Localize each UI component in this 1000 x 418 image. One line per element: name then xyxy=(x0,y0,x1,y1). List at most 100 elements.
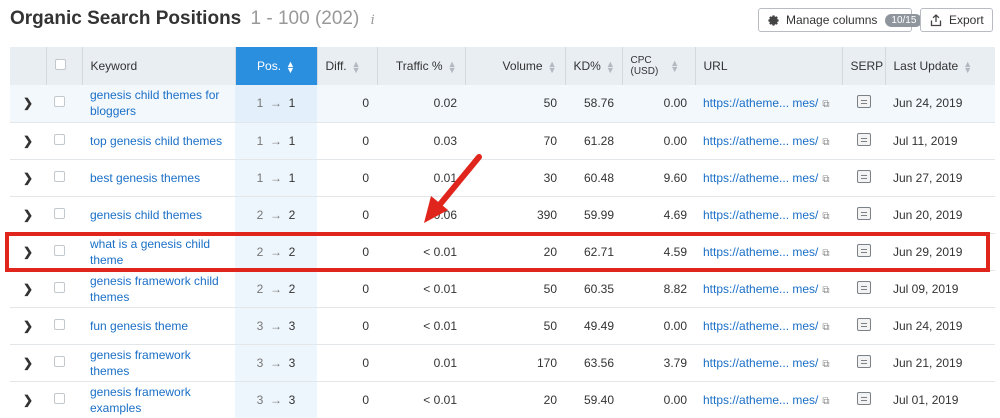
external-link-icon[interactable]: ⧉ xyxy=(822,248,829,259)
traffic-header-label: Traffic % xyxy=(395,59,443,73)
row-select-cell xyxy=(46,122,82,160)
info-icon[interactable]: i xyxy=(371,13,375,28)
row-checkbox[interactable] xyxy=(54,244,65,256)
row-checkbox[interactable] xyxy=(54,355,65,367)
cpc-column-header[interactable]: CPC (USD) ▲ ▼ xyxy=(622,47,696,85)
keyword-link[interactable]: genesis framework examples xyxy=(82,381,235,418)
serp-snapshot-icon[interactable] xyxy=(856,206,871,220)
url-link[interactable]: https://atheme... mes/ xyxy=(703,208,818,222)
external-link-icon[interactable]: ⧉ xyxy=(822,396,829,407)
kd-column-header[interactable]: KD% ▲ ▼ xyxy=(565,47,623,85)
volume-column-header[interactable]: Volume ▲ ▼ xyxy=(465,47,566,85)
diff-cell: 0 xyxy=(317,381,377,418)
keyword-link[interactable]: genesis child themes xyxy=(82,196,235,234)
sort-icon: ▲ ▼ xyxy=(351,58,361,75)
position-to: 3 xyxy=(288,355,296,370)
position-to: 2 xyxy=(288,281,296,296)
kd-cell: 60.35 xyxy=(565,270,622,308)
url-link[interactable]: https://atheme... mes/ xyxy=(703,96,818,110)
row-checkbox[interactable] xyxy=(54,133,65,145)
external-link-icon[interactable]: ⧉ xyxy=(822,285,829,296)
expand-row-chevron-icon[interactable]: ❯ xyxy=(10,122,46,160)
keyword-link[interactable]: genesis framework themes xyxy=(82,344,235,382)
url-link[interactable]: https://atheme... mes/ xyxy=(703,393,818,407)
row-checkbox[interactable] xyxy=(54,207,65,219)
sort-icon: ▲ ▼ xyxy=(547,58,557,75)
external-link-icon[interactable]: ⧉ xyxy=(822,137,829,148)
keyword-header-label: Keyword xyxy=(90,59,138,73)
serp-snapshot-icon[interactable] xyxy=(856,95,871,109)
row-checkbox[interactable] xyxy=(54,96,65,108)
external-link-icon[interactable]: ⧉ xyxy=(822,211,829,222)
row-select-cell xyxy=(46,381,82,418)
row-checkbox[interactable] xyxy=(54,318,65,330)
diff-column-header[interactable]: Diff. ▲ ▼ xyxy=(317,47,378,85)
cpc-header-line1: CPC xyxy=(630,55,652,66)
position-from: 3 xyxy=(256,392,264,407)
external-link-icon[interactable]: ⧉ xyxy=(822,359,829,370)
url-link[interactable]: https://atheme... mes/ xyxy=(703,282,818,296)
keyword-link[interactable]: genesis framework child themes xyxy=(82,270,235,308)
keyword-link[interactable]: what is a genesis child theme xyxy=(82,233,235,271)
kd-cell: 59.40 xyxy=(565,381,622,418)
serp-snapshot-icon[interactable] xyxy=(856,132,871,146)
serp-snapshot-icon[interactable] xyxy=(856,391,871,405)
sort-icon: ▲ ▼ xyxy=(605,58,615,75)
traffic-cell: 0.03 xyxy=(377,122,465,160)
keyword-link[interactable]: fun genesis theme xyxy=(82,307,235,345)
external-link-icon[interactable]: ⧉ xyxy=(822,322,829,333)
keyword-link[interactable]: genesis child themes for bloggers xyxy=(82,85,235,123)
url-link[interactable]: https://atheme... mes/ xyxy=(703,356,818,370)
cpc-cell: 3.79 xyxy=(622,344,695,382)
serp-cell xyxy=(842,381,885,418)
volume-cell: 30 xyxy=(465,159,565,197)
pos-column-header[interactable]: Pos. ▲ ▼ xyxy=(235,47,318,85)
kd-cell: 62.71 xyxy=(565,233,622,271)
expand-row-chevron-icon[interactable]: ❯ xyxy=(10,307,46,345)
keyword-column-header[interactable]: Keyword xyxy=(82,47,236,85)
expand-row-chevron-icon[interactable]: ❯ xyxy=(10,85,46,123)
select-all-checkbox[interactable] xyxy=(54,59,66,70)
external-link-icon[interactable]: ⧉ xyxy=(822,99,829,110)
volume-cell: 50 xyxy=(465,85,565,123)
traffic-column-header[interactable]: Traffic % ▲ ▼ xyxy=(377,47,466,85)
result-range: 1 - 100 (202) xyxy=(250,8,360,29)
keyword-link[interactable]: best genesis themes xyxy=(82,159,235,197)
expand-row-chevron-icon[interactable]: ❯ xyxy=(10,159,46,197)
row-checkbox[interactable] xyxy=(54,170,65,182)
expand-row-chevron-icon[interactable]: ❯ xyxy=(10,270,46,308)
expand-row-chevron-icon[interactable]: ❯ xyxy=(10,233,46,271)
last-update-cell: Jul 01, 2019 xyxy=(885,381,995,418)
serp-snapshot-icon[interactable] xyxy=(856,280,871,294)
row-checkbox[interactable] xyxy=(54,281,65,293)
url-cell: https://atheme... mes/ ⧉ xyxy=(695,85,842,123)
url-cell: https://atheme... mes/ ⧉ xyxy=(695,159,842,197)
last-update-column-header[interactable]: Last Update ▲ ▼ xyxy=(885,47,995,85)
volume-cell: 390 xyxy=(465,196,565,234)
table-row: ❯ best genesis themes 1 → 1 0 0.01 30 60.48 9.6… xyxy=(10,159,995,197)
serp-snapshot-icon[interactable] xyxy=(856,169,871,183)
serp-snapshot-icon[interactable] xyxy=(856,243,871,257)
position-cell: 3 → 3 xyxy=(235,307,317,345)
manage-columns-button[interactable]: Manage columns 10/15 xyxy=(758,8,923,32)
expand-row-chevron-icon[interactable]: ❯ xyxy=(10,344,46,382)
position-cell: 2 → 2 xyxy=(235,270,317,308)
last-update-cell: Jun 21, 2019 xyxy=(885,344,995,382)
row-checkbox[interactable] xyxy=(54,392,65,404)
export-button[interactable]: Export xyxy=(920,8,993,32)
pos-header-label: Pos. xyxy=(257,59,282,73)
last-update-cell: Jul 09, 2019 xyxy=(885,270,995,308)
expand-row-chevron-icon[interactable]: ❯ xyxy=(10,381,46,418)
serp-snapshot-icon[interactable] xyxy=(856,317,871,331)
expand-row-chevron-icon[interactable]: ❯ xyxy=(10,196,46,234)
traffic-cell: 0.02 xyxy=(377,85,465,123)
last-update-cell: Jun 20, 2019 xyxy=(885,196,995,234)
url-link[interactable]: https://atheme... mes/ xyxy=(703,134,818,148)
keyword-link[interactable]: top genesis child themes xyxy=(82,122,235,160)
external-link-icon[interactable]: ⧉ xyxy=(822,174,829,185)
url-link[interactable]: https://atheme... mes/ xyxy=(703,171,818,185)
traffic-cell: < 0.01 xyxy=(377,307,465,345)
url-link[interactable]: https://atheme... mes/ xyxy=(703,245,818,259)
url-link[interactable]: https://atheme... mes/ xyxy=(703,319,818,333)
serp-snapshot-icon[interactable] xyxy=(856,354,871,368)
